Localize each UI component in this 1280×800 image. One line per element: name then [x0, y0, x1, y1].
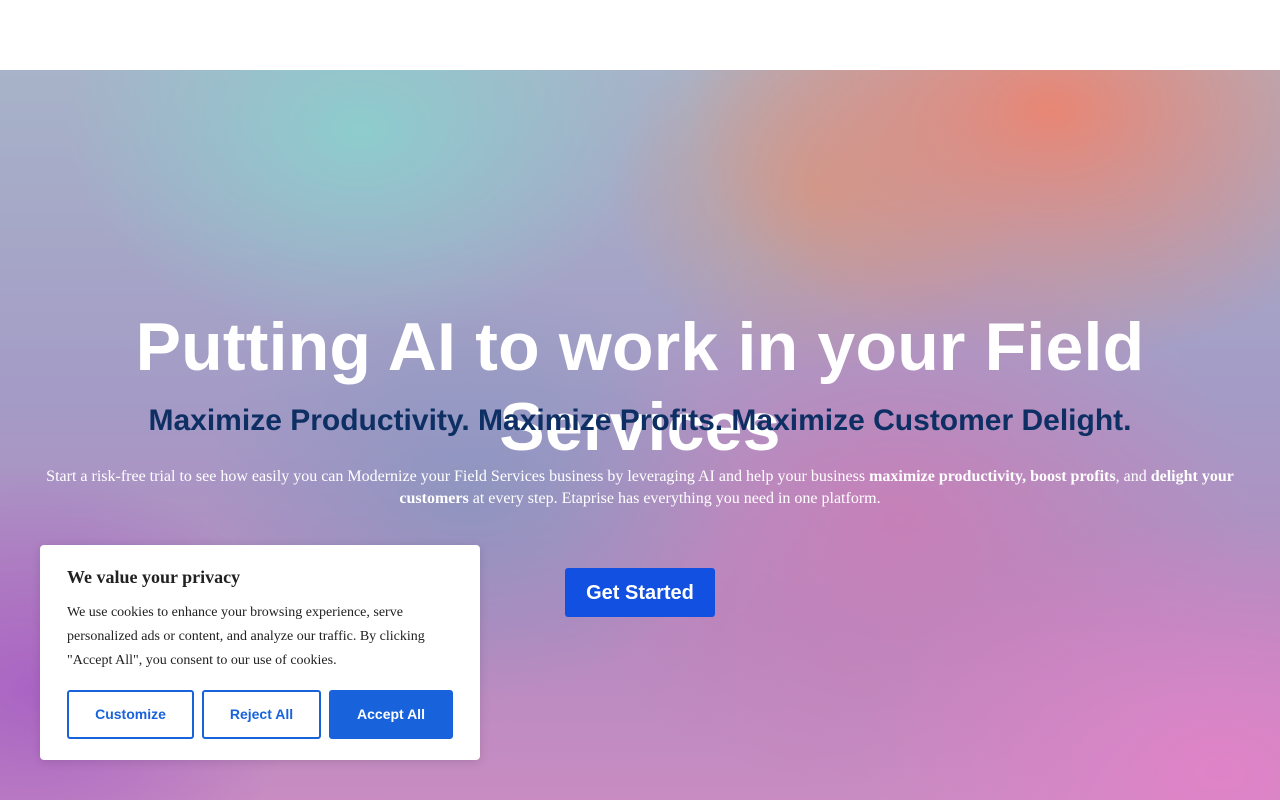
cookie-banner-text: We use cookies to enhance your browsing …: [67, 605, 425, 668]
cookie-consent-banner: We value your privacy We use cookies to …: [40, 545, 480, 760]
description-text: , and: [1115, 468, 1151, 485]
description-text: at every step. Etaprise has everything y…: [468, 490, 881, 507]
hero-description: Start a risk-free trial to see how easil…: [40, 466, 1240, 510]
reject-all-button[interactable]: Reject All: [202, 690, 321, 739]
description-text: Start a risk-free trial to see how easil…: [46, 468, 870, 485]
accept-all-button[interactable]: Accept All: [329, 690, 453, 739]
cookie-banner-title: We value your privacy: [67, 567, 241, 587]
top-navigation-bar: [0, 0, 1280, 70]
hero-subheadline: Maximize Productivity. Maximize Profits.…: [148, 404, 1132, 437]
description-highlight: maximize productivity, boost profits: [869, 468, 1116, 485]
get-started-button[interactable]: Get Started: [565, 568, 715, 617]
hero-headline: Putting AI to work in your Field Service…: [135, 309, 1145, 465]
customize-button[interactable]: Customize: [67, 690, 194, 739]
